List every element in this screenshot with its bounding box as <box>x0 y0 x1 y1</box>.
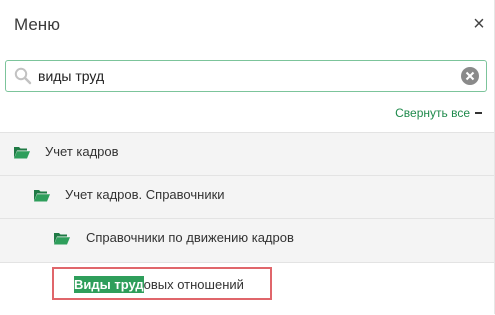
tree-item-staff-movement-directories[interactable]: Справочники по движению кадров <box>0 218 494 262</box>
tree-item-label: Учет кадров. Справочники <box>65 187 225 202</box>
search-field[interactable] <box>5 60 487 92</box>
tree-item-hr-accounting[interactable]: Учет кадров <box>0 132 494 175</box>
menu-title: Меню <box>14 15 60 34</box>
collapse-all-label: Свернуть все <box>395 106 470 120</box>
search-icon <box>14 67 32 85</box>
minus-icon <box>475 111 482 114</box>
tree-leaf-row: Виды трудовых отношений <box>0 262 494 315</box>
collapse-all-button[interactable]: Свернуть все <box>395 106 482 120</box>
tree-item-labor-relation-types[interactable]: Виды трудовых отношений <box>52 267 272 300</box>
tree-item-hr-directories[interactable]: Учет кадров. Справочники <box>0 175 494 218</box>
folder-open-icon <box>14 147 30 159</box>
tree-item-label: Учет кадров <box>45 144 119 159</box>
folder-open-icon <box>34 190 50 202</box>
search-input[interactable] <box>38 65 448 87</box>
tree-item-label: Справочники по движению кадров <box>86 230 294 245</box>
menu-panel: Меню × Свернуть все Учет кадров Учет <box>0 0 495 315</box>
tree-item-label: Виды трудовых отношений <box>74 276 244 293</box>
close-icon[interactable]: × <box>468 13 490 35</box>
folder-open-icon <box>54 233 70 245</box>
search-match-rest: овых отношений <box>143 277 244 292</box>
menu-header: Меню × <box>0 0 494 52</box>
search-match-highlight: Виды труд <box>74 276 144 293</box>
clear-search-icon[interactable] <box>461 67 479 85</box>
